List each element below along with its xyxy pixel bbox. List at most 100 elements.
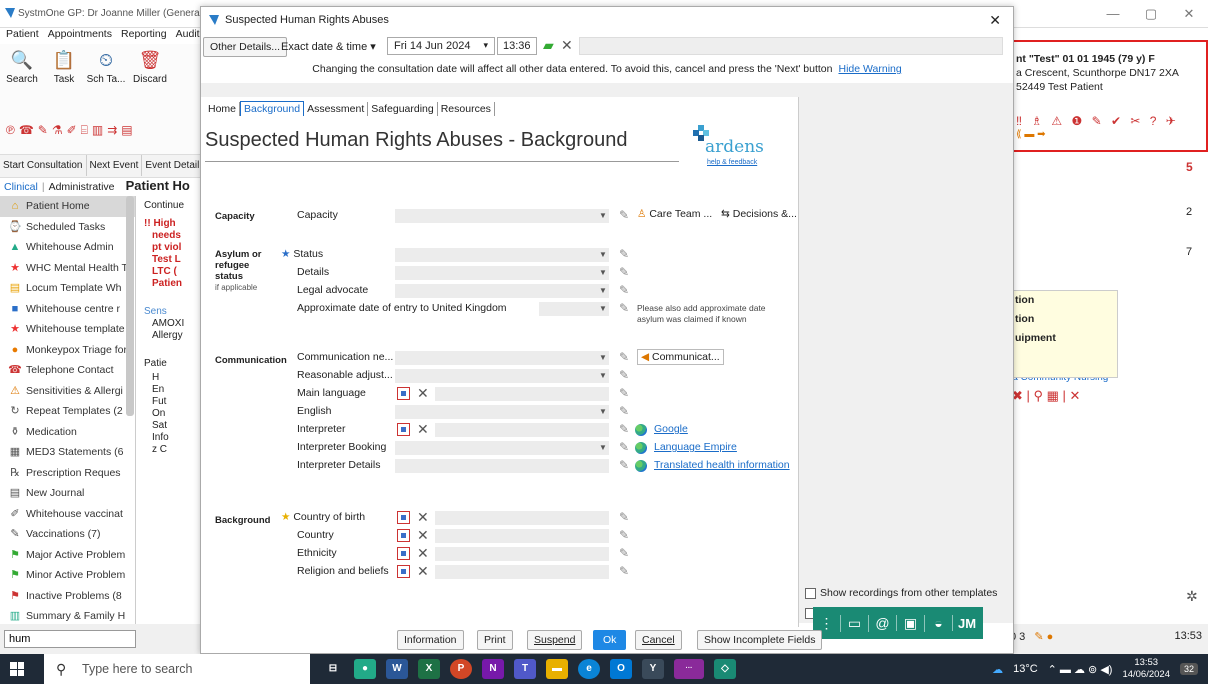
quick-icons-row[interactable]: ℗☎✎⚗✐⌸▥⇉▤ [6, 123, 137, 138]
country-of-birth-picker-icon[interactable] [397, 511, 410, 524]
tab-home[interactable]: Home [205, 102, 241, 116]
english-select[interactable] [395, 405, 609, 419]
clear-icon[interactable]: ✕ [417, 510, 429, 524]
ethnicity-picker-icon[interactable] [397, 547, 410, 560]
right-action-icons[interactable]: ✖ | ⚲ ▦ | ✕ [1012, 388, 1080, 404]
sidebar-item[interactable]: ▦ MED3 Statements (6 [0, 442, 135, 463]
pencil-icon[interactable]: ✎ [619, 564, 633, 578]
religion-picker-icon[interactable] [397, 565, 410, 578]
religion-field[interactable] [435, 565, 609, 579]
sidebar-scrollbar[interactable] [126, 196, 134, 416]
menu-audit[interactable]: Audit [176, 28, 200, 40]
powerpoint-icon[interactable]: P [450, 659, 472, 679]
teams-icon[interactable]: T [514, 659, 536, 679]
communicate-button[interactable]: ◀ Communicat... [637, 349, 724, 365]
decisions-button[interactable]: ⇆ Decisions &... [721, 208, 797, 220]
show-recordings-checkbox[interactable]: Show recordings from other templates [805, 587, 997, 599]
word-icon[interactable]: W [386, 659, 408, 679]
sidebar-item[interactable]: ● Monkeypox Triage for [0, 340, 135, 361]
sidebar-item[interactable]: ★ Whitehouse template [0, 319, 135, 340]
sidebar-item[interactable]: ★ WHC Mental Health T [0, 258, 135, 279]
taskbar-search[interactable]: ⚲ Type here to search [44, 654, 310, 684]
excel-icon[interactable]: X [418, 659, 440, 679]
flag-icon[interactable]: ▰ [543, 37, 554, 54]
close-icon[interactable]: ✕ [1170, 0, 1208, 28]
patient-home-line[interactable]: En [152, 384, 164, 396]
sidebar-item[interactable]: ✎ Vaccinations (7) [0, 524, 135, 545]
reasonable-adjustments-select[interactable] [395, 369, 609, 383]
minimize-icon[interactable]: — [1094, 0, 1132, 28]
clock[interactable]: 13:53 14/06/2024 [1122, 657, 1170, 681]
pencil-icon[interactable]: ✎ [619, 404, 633, 418]
menu-appointments[interactable]: Appointments [48, 28, 112, 40]
pencil-icon[interactable]: ✎ [619, 283, 633, 297]
interpreter-field[interactable] [435, 423, 609, 437]
interpreter-picker-icon[interactable] [397, 423, 410, 436]
tab-safeguarding[interactable]: Safeguarding [368, 102, 438, 116]
communication-needs-select[interactable] [395, 351, 609, 365]
patient-home-line[interactable]: Test L [152, 254, 181, 266]
sidebar-item[interactable]: ⚑ Inactive Problems (8 [0, 586, 135, 607]
help-feedback-link[interactable]: help & feedback [707, 159, 757, 166]
tab-clinical[interactable]: Clinical [4, 181, 38, 193]
pencil-icon[interactable]: ✎ [619, 208, 633, 222]
pencil-icon[interactable]: ✎ [619, 247, 633, 261]
systmone-taskbar-icon[interactable]: Y [642, 659, 664, 679]
clear-icon[interactable]: ✕ [417, 546, 429, 560]
pencil-icon[interactable]: ✎ [619, 301, 633, 315]
country-picker-icon[interactable] [397, 529, 410, 542]
onenote-icon[interactable]: N [482, 659, 504, 679]
pencil-icon[interactable]: ✎ [619, 350, 633, 364]
patient-home-line[interactable]: Fut [152, 396, 166, 408]
pencil-icon[interactable]: ✎ [619, 265, 633, 279]
patient-home-line[interactable]: H [152, 372, 159, 384]
main-language-picker-icon[interactable] [397, 387, 410, 400]
sidebar-item[interactable]: ⌂ Patient Home [0, 196, 135, 217]
start-consultation-button[interactable]: Start Consultation [0, 155, 87, 176]
patient-home-line[interactable]: Allergy [152, 330, 183, 342]
patient-home-line[interactable]: On [152, 408, 165, 420]
sidebar-item[interactable]: ⚠ Sensitivities & Allergi [0, 381, 135, 402]
tab-administrative[interactable]: Administrative [49, 181, 115, 193]
sidebar-item[interactable]: ⚑ Major Active Problem [0, 545, 135, 566]
clear-icon[interactable]: ✕ [417, 564, 429, 578]
pencil-icon[interactable]: ✎ [619, 528, 633, 542]
ok-button[interactable]: Ok [593, 630, 627, 650]
patient-home-line[interactable]: Continue [144, 200, 184, 212]
cancel-button[interactable]: Cancel [635, 630, 682, 650]
show-incomplete-button[interactable]: Show Incomplete Fields [697, 630, 823, 650]
sidebar-item[interactable]: ✐ Whitehouse vaccinat [0, 504, 135, 525]
date-input[interactable]: Fri 14 Jun 2024 ▾ [387, 37, 495, 55]
sidebar-item[interactable]: ⚑ Minor Active Problem [0, 565, 135, 586]
event-details-button[interactable]: Event Detail [142, 155, 200, 176]
date-mode-select[interactable]: Exact date & time ▾ [281, 40, 376, 53]
patient-home-line[interactable]: pt viol [152, 242, 181, 254]
details-select[interactable] [395, 266, 609, 280]
scheduled-task-button[interactable]: ⏲ Sch Ta... [86, 50, 126, 85]
interpreter-details-field[interactable] [395, 459, 609, 473]
sidebar-item[interactable]: ▤ Locum Template Wh [0, 278, 135, 299]
accurx-icon[interactable]: ◇ [714, 659, 736, 679]
menu-patient[interactable]: Patient [6, 28, 39, 40]
time-input[interactable]: 13:36 [497, 37, 537, 55]
pencil-icon[interactable]: ✎ [619, 422, 633, 436]
task-button[interactable]: 📋 Task [44, 50, 84, 85]
other-details-button[interactable]: Other Details... [203, 37, 288, 57]
hide-warning-link[interactable]: Hide Warning [838, 63, 901, 75]
pencil-icon[interactable]: ✎ [619, 458, 633, 472]
windows-start-icon[interactable] [10, 662, 24, 676]
pencil-icon[interactable]: ✎ [619, 510, 633, 524]
tray-icons[interactable]: ⌃ ▬ ☁ ⊚ ◀) [1048, 663, 1113, 676]
patient-home-line[interactable]: Info [152, 432, 169, 444]
tab-resources[interactable]: Resources [437, 102, 495, 116]
chrome-icon[interactable]: ● [354, 659, 376, 679]
country-field[interactable] [435, 529, 609, 543]
pencil-icon[interactable]: ✎ [619, 386, 633, 400]
outlook-icon[interactable]: O [610, 659, 632, 679]
care-team-button[interactable]: ♙ Care Team ... [637, 208, 712, 220]
menu-reporting[interactable]: Reporting [121, 28, 167, 40]
information-button[interactable]: Information [397, 630, 464, 650]
reminder-item[interactable]: tion [1009, 291, 1117, 310]
patient-home-line[interactable]: needs [152, 230, 181, 242]
sidebar-item[interactable]: ▥ Summary & Family H [0, 606, 135, 624]
